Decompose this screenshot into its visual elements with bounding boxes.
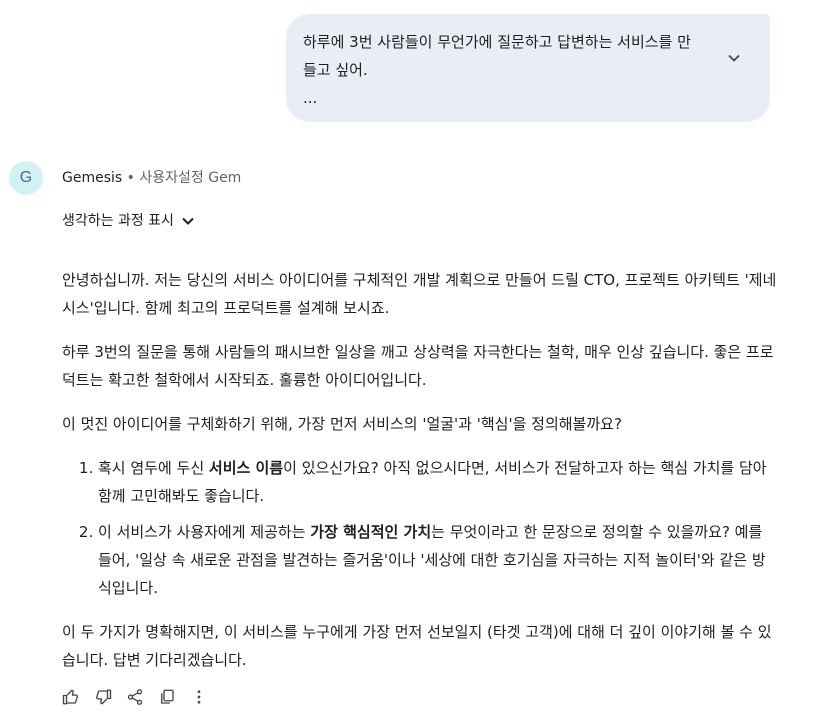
chevron-down-icon (728, 54, 740, 62)
thumbs-up-icon (62, 689, 78, 705)
list-item-text: 혹시 염두에 두신 (98, 459, 209, 477)
response-paragraph: 하루 3번의 질문을 통해 사람들의 패시브한 일상을 깨고 상상력을 자극한다… (62, 343, 774, 389)
copy-button[interactable] (158, 688, 176, 706)
list-item: 이 서비스가 사용자에게 제공하는 가장 핵심적인 가치는 무엇이라고 한 문장… (98, 518, 778, 602)
gem-separator: • (122, 170, 140, 186)
copy-icon (161, 689, 174, 704)
chat-page: 하루에 3번 사람들이 무언가에 질문하고 답변하는 서비스를 만 들고 싶어.… (0, 0, 820, 721)
list-item-text: 이 서비스가 사용자에게 제공하는 (98, 523, 311, 541)
response-paragraph: 이 두 가지가 명확해지면, 이 서비스를 누구에게 가장 먼저 선보일지 (타… (62, 623, 772, 669)
show-thinking-label: 생각하는 과정 표시 (62, 213, 174, 229)
share-button[interactable] (126, 688, 144, 706)
response-paragraph: 이 멋진 아이디어를 구체화하기 위해, 가장 먼저 서비스의 '얼굴'과 '핵… (62, 415, 622, 433)
user-message-line-3: ... (303, 89, 318, 107)
list-item: 혹시 염두에 두신 서비스 이름이 있으신가요? 아직 없으시다면, 서비스가 … (98, 454, 778, 510)
gem-header: Gemesis • 사용자설정 Gem (62, 169, 241, 187)
list-item-bold: 서비스 이름 (208, 459, 284, 477)
thumbs-down-icon (96, 689, 112, 705)
user-message-line-1: 하루에 3번 사람들이 무언가에 질문하고 답변하는 서비스를 만 (303, 33, 691, 51)
more-options-button[interactable] (190, 688, 208, 706)
gem-avatar: G (9, 161, 43, 195)
thumbs-up-button[interactable] (62, 688, 80, 706)
more-vert-icon (197, 690, 201, 704)
list-item-bold: 가장 핵심적인 가치 (310, 523, 432, 541)
gem-name: Gemesis (62, 170, 123, 186)
response-body: 안녕하십니까. 저는 당신의 서비스 아이디어를 구체적인 개발 계획으로 만들… (62, 266, 778, 690)
response-paragraph: 안녕하십니까. 저는 당신의 서비스 아이디어를 구체적인 개발 계획으로 만들… (62, 271, 777, 317)
show-thinking-toggle[interactable]: 생각하는 과정 표시 (62, 211, 194, 231)
user-message-bubble: 하루에 3번 사람들이 무언가에 질문하고 답변하는 서비스를 만 들고 싶어.… (286, 14, 770, 122)
response-actions (62, 688, 208, 706)
expand-message-button[interactable] (726, 50, 742, 66)
user-message-line-2: 들고 싶어. (303, 61, 368, 79)
chevron-down-icon (182, 217, 194, 225)
gem-type: 사용자설정 Gem (139, 170, 242, 186)
share-icon (127, 689, 143, 705)
thumbs-down-button[interactable] (94, 688, 112, 706)
response-list: 혹시 염두에 두신 서비스 이름이 있으신가요? 아직 없으시다면, 서비스가 … (62, 454, 778, 602)
